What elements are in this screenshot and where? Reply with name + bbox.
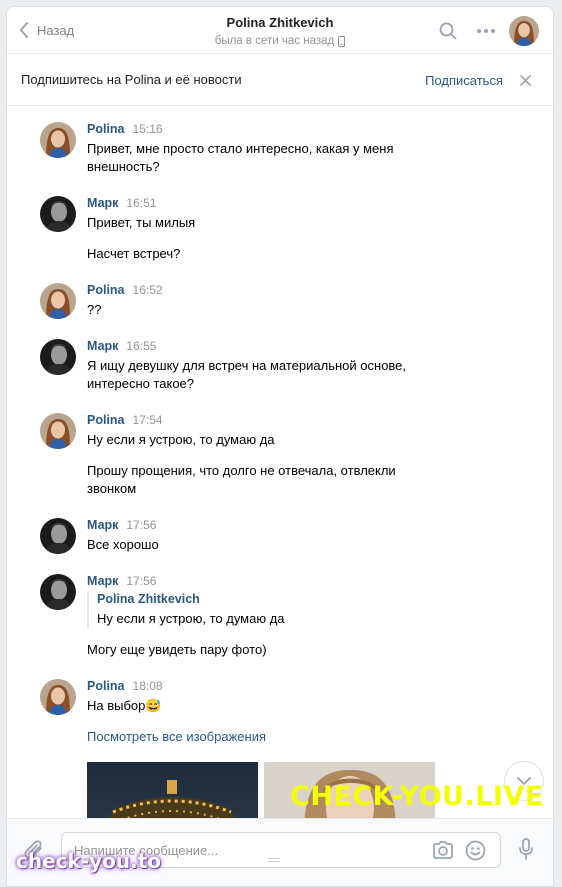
message-body: Polina 16:52 ?? <box>87 283 417 319</box>
message-time[interactable]: 15:16 <box>133 122 163 136</box>
avatar[interactable] <box>40 196 76 232</box>
mobile-icon <box>338 35 346 47</box>
voice-message-button[interactable] <box>519 838 533 865</box>
forwarded-author[interactable]: Polina Zhitkevich <box>97 592 417 610</box>
message-text: Прошу прощения, что долго не отвечала, о… <box>87 463 396 496</box>
message-text: Привет, ты милыя <box>87 215 196 230</box>
chat-window: Назад Polina Zhitkevich была в сети час … <box>6 6 554 887</box>
avatar-polina-image <box>509 15 539 46</box>
forwarded-message[interactable]: Polina Zhitkevich Ну если я устрою, то д… <box>87 592 417 628</box>
search-icon <box>439 22 457 39</box>
microphone-icon <box>519 838 533 860</box>
message-time[interactable]: 16:55 <box>126 339 156 353</box>
avatar[interactable] <box>40 518 76 554</box>
view-all-images-link[interactable]: Посмотреть все изображения <box>87 728 417 746</box>
more-button[interactable] <box>469 16 503 46</box>
chat-header: Назад Polina Zhitkevich была в сети час … <box>7 7 553 54</box>
message-time[interactable]: 17:56 <box>126 518 156 532</box>
more-dots-icon <box>477 28 495 33</box>
photo-thumbnail[interactable] <box>87 762 258 818</box>
avatar[interactable] <box>40 283 76 319</box>
message-text: Могу еще увидеть пару фото) <box>87 642 267 657</box>
message-body: Polina 17:54 Ну если я устрою, то думаю д… <box>87 413 417 498</box>
message-time[interactable]: 17:54 <box>133 413 163 427</box>
message-text: Насчет встреч? <box>87 246 181 261</box>
peer-status: была в сети час назад <box>214 35 346 47</box>
avatar-polina-image <box>40 413 76 449</box>
avatar-mark-image <box>40 518 76 554</box>
message-text: Ну если я устрою, то думаю да <box>87 432 275 447</box>
emoji-button[interactable] <box>465 840 486 866</box>
header-actions <box>431 7 553 54</box>
message-body: Polina 18:08 На выбор😅 Посмотреть все изо… <box>87 679 417 746</box>
message-body: Марк 16:55 Я ищу девушку для встреч на ма… <box>87 339 417 393</box>
forwarded-text: Ну если я устрою, то думаю да <box>97 611 285 626</box>
message-time[interactable]: 16:52 <box>133 283 163 297</box>
message-history: Polina 15:16 Привет, мне просто стало инт… <box>7 106 553 818</box>
back-button[interactable]: Назад <box>19 20 74 40</box>
subscribe-button[interactable]: Подписаться <box>425 73 503 88</box>
avatar-polina-image <box>40 679 76 715</box>
avatar[interactable] <box>40 679 76 715</box>
message-author[interactable]: Polina <box>87 122 125 136</box>
peer-avatar[interactable] <box>509 15 539 46</box>
avatar-mark-image <box>40 574 76 610</box>
message-author[interactable]: Марк <box>87 339 118 353</box>
subscribe-bar: Подпишитесь на Polina и её новости Подпи… <box>7 54 553 106</box>
message-text: Привет, мне просто стало интересно, кака… <box>87 141 394 174</box>
smile-icon <box>465 840 486 861</box>
subscribe-text: Подпишитесь на Polina и её новости <box>21 72 242 87</box>
close-subscribe-button[interactable] <box>520 73 531 91</box>
avatar[interactable] <box>40 413 76 449</box>
avatar-mark-image <box>40 339 76 375</box>
message-author[interactable]: Polina <box>87 283 125 297</box>
avatar[interactable] <box>40 574 76 610</box>
avatar[interactable] <box>40 122 76 158</box>
search-button[interactable] <box>431 16 465 46</box>
watermark-main: CHECK-YOU.LIVE <box>290 781 544 812</box>
avatar[interactable] <box>40 339 76 375</box>
message-author[interactable]: Polina <box>87 679 125 693</box>
camera-button[interactable] <box>432 840 454 865</box>
avatar-polina-image <box>40 122 76 158</box>
message-body: Polina 15:16 Привет, мне просто стало инт… <box>87 122 417 176</box>
message-body: Марк 17:56 Polina Zhitkevich Ну если я ус… <box>87 574 417 659</box>
message-text: На выбор😅 <box>87 698 162 713</box>
avatar-mark-image <box>40 196 76 232</box>
chevron-left-icon <box>20 22 28 38</box>
camera-icon <box>433 841 453 859</box>
message-author[interactable]: Марк <box>87 196 118 210</box>
message-time[interactable]: 16:51 <box>126 196 156 210</box>
message-text: Я ищу девушку для встреч на материальной… <box>87 358 407 391</box>
message-author[interactable]: Polina <box>87 413 125 427</box>
resize-grip[interactable] <box>268 858 280 862</box>
message-text: ?? <box>87 302 102 317</box>
message-body: Марк 17:56 Все хорошо <box>87 518 417 554</box>
message-body: Марк 16:51 Привет, ты милыя Насчет встреч… <box>87 196 417 263</box>
peer-status-text: была в сети час назад <box>214 35 335 47</box>
carousel-photo-image <box>87 762 258 818</box>
message-text: Все хорошо <box>87 537 159 552</box>
message-author[interactable]: Марк <box>87 518 118 532</box>
message-time[interactable]: 17:56 <box>126 574 156 588</box>
message-time[interactable]: 18:08 <box>133 679 163 693</box>
close-icon <box>520 75 531 86</box>
message-author[interactable]: Марк <box>87 574 118 588</box>
watermark-corner: check-you.to <box>16 849 162 873</box>
back-label: Назад <box>37 22 75 38</box>
avatar-polina-image <box>40 283 76 319</box>
